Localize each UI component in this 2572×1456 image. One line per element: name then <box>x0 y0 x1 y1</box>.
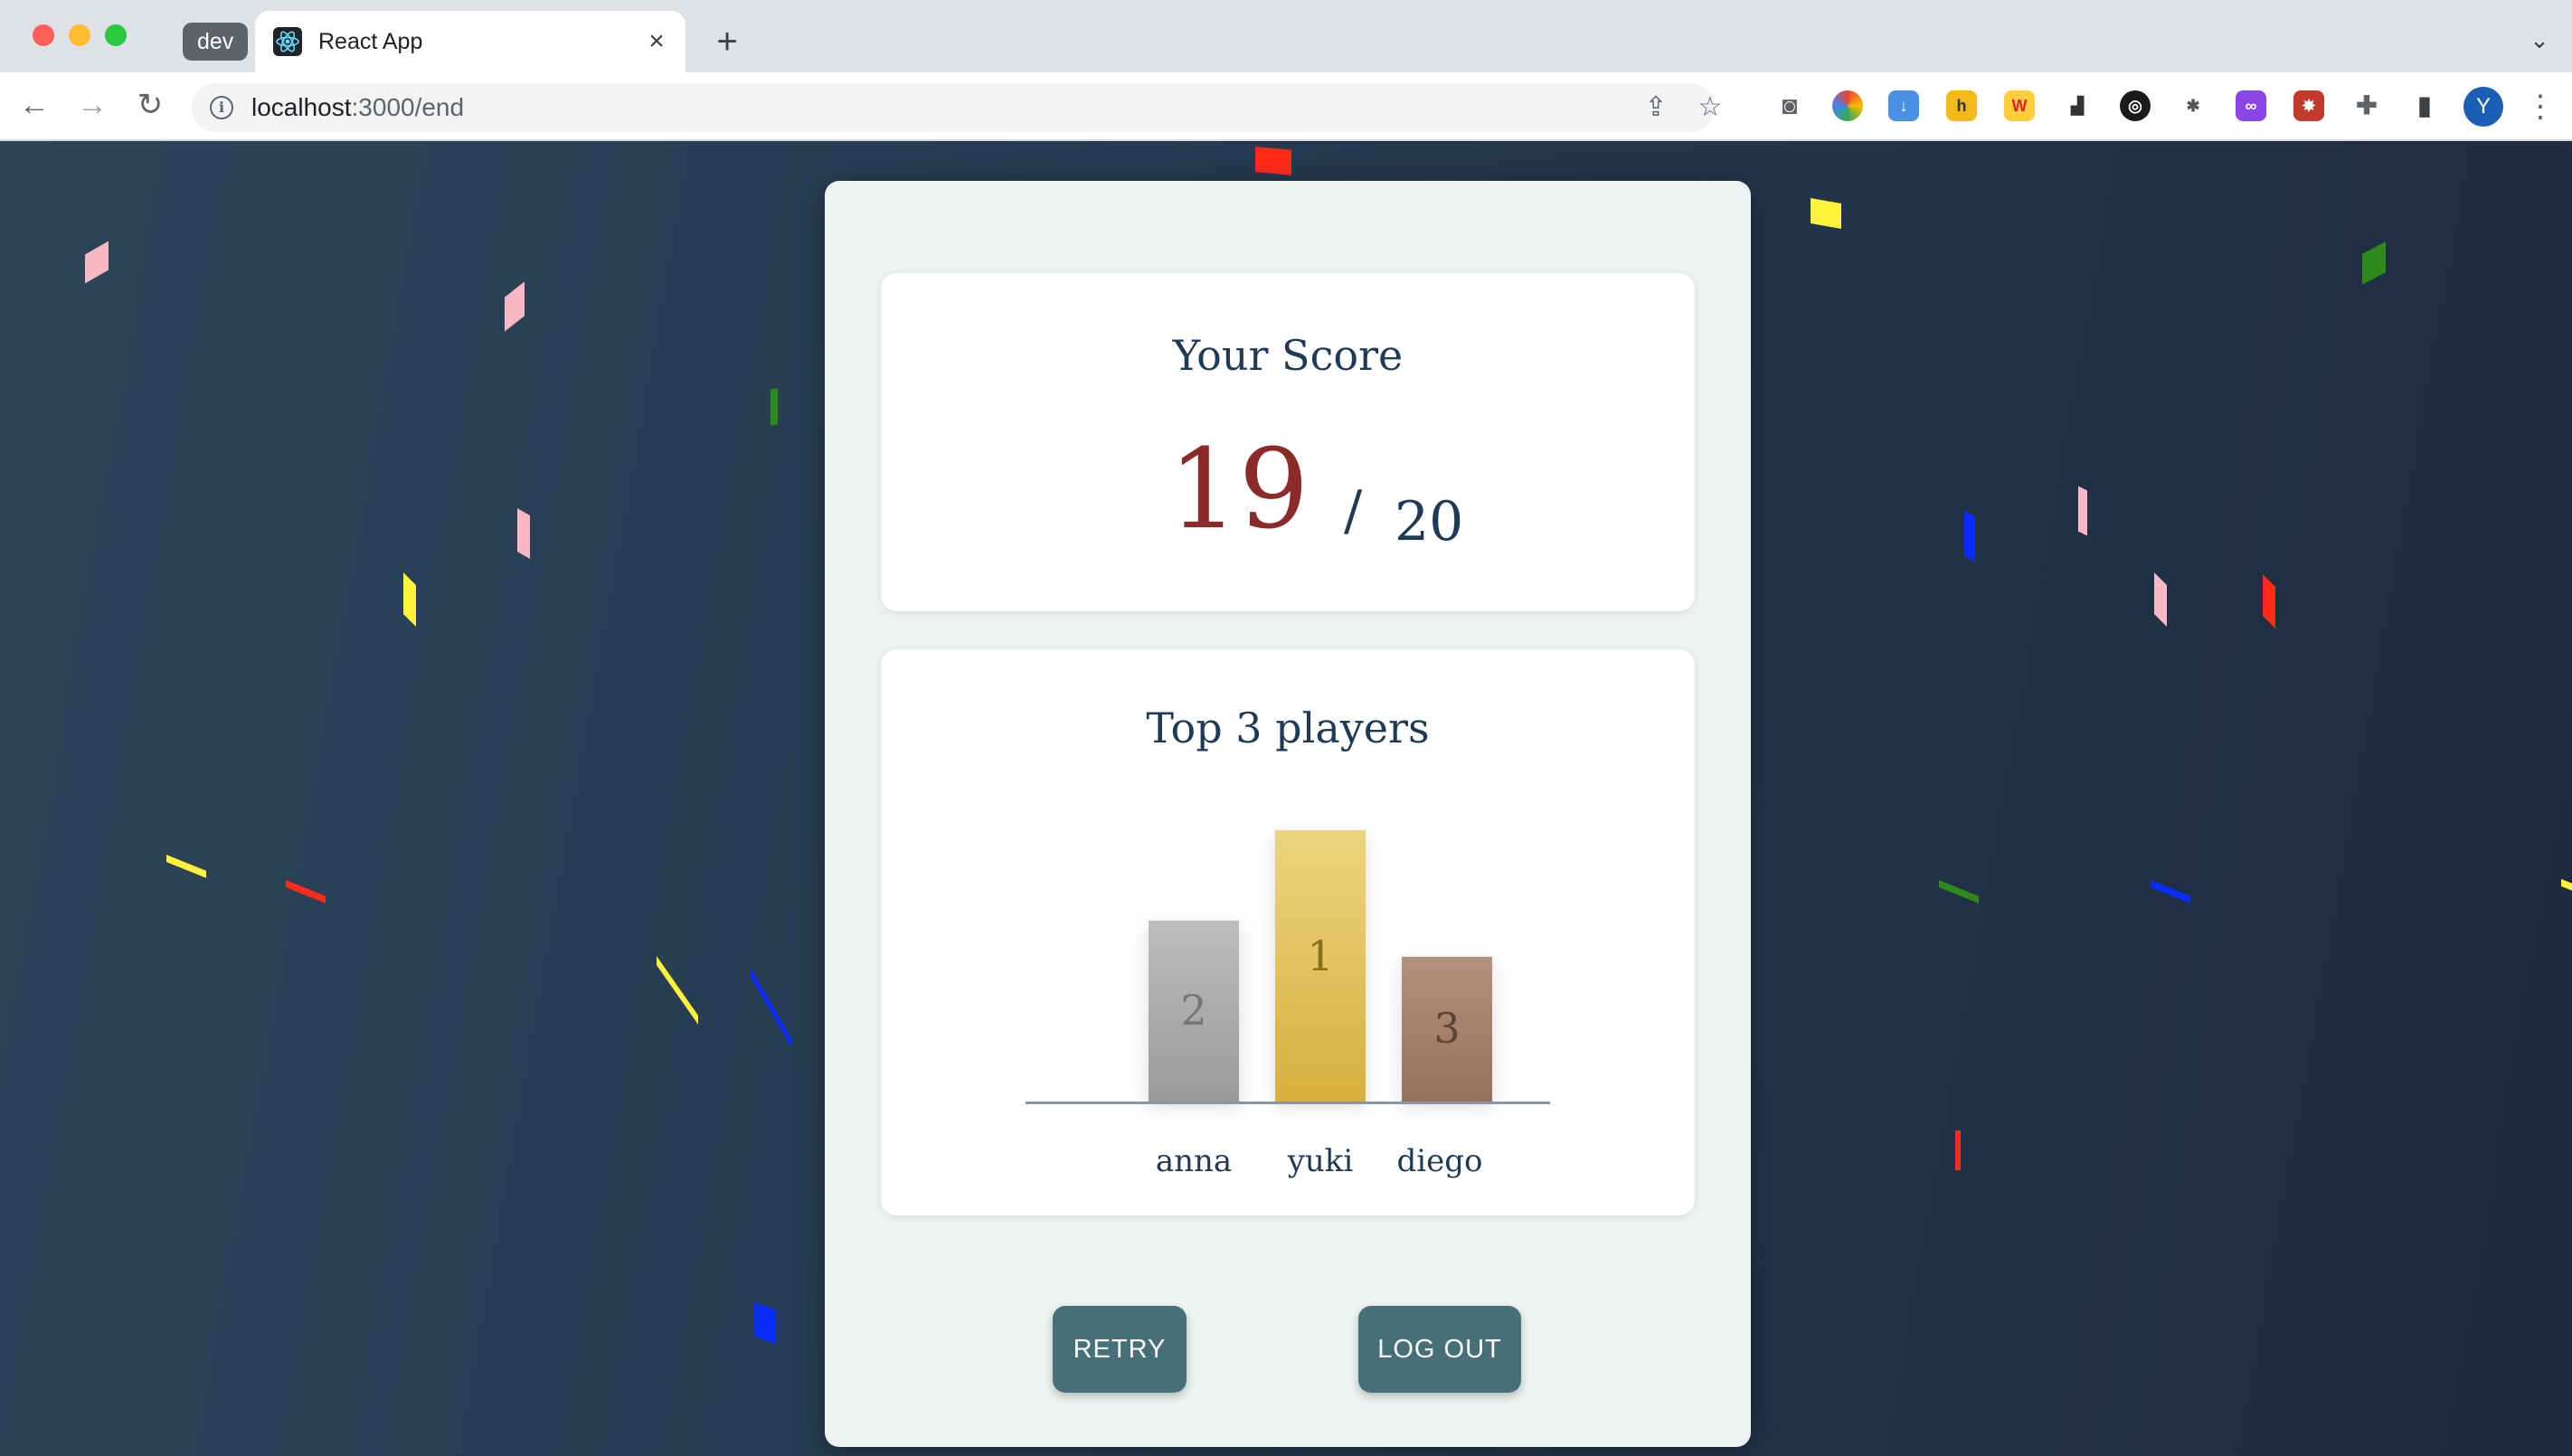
score-total: 20 <box>1395 490 1464 553</box>
podium-bar-second: 2 <box>1149 921 1239 1101</box>
confetti-piece <box>2078 486 2087 536</box>
confetti-piece <box>2362 241 2386 285</box>
browser-tab[interactable]: React App × <box>255 11 686 72</box>
share-icon[interactable]: ⇪ <box>1641 92 1671 123</box>
confetti-piece <box>403 572 416 627</box>
back-arrow-icon[interactable]: ← <box>13 83 56 127</box>
podium-bar-first: 1 <box>1275 830 1366 1101</box>
tab-search-chevron-icon[interactable]: ⌄ <box>2521 22 2558 58</box>
react-icon <box>273 27 302 56</box>
confetti-piece <box>1955 1130 1961 1171</box>
folder-extension-icon[interactable]: h <box>1946 90 1977 121</box>
url-path: :3000/end <box>351 93 465 121</box>
ruler-extension-icon[interactable]: ▟ <box>2062 90 2093 121</box>
confetti-piece <box>1939 880 1979 903</box>
tab-title: React App <box>318 29 423 54</box>
podium-card: Top 3 players 2 1 3 anna yuki diego <box>881 649 1695 1215</box>
confetti-piece <box>2151 880 2190 903</box>
close-window-button[interactable] <box>33 24 54 46</box>
rank-label: 3 <box>1433 1004 1461 1053</box>
confetti-piece <box>286 880 326 903</box>
player-name: anna <box>1155 1143 1233 1179</box>
url-text[interactable]: localhost:3000/end <box>251 83 464 132</box>
confetti-piece <box>2561 878 2572 894</box>
kebab-menu-icon[interactable]: ⋮ <box>2525 87 2556 127</box>
score-slash: / <box>1344 479 1363 543</box>
confetti-piece <box>517 507 530 560</box>
podium-bar-third: 3 <box>1402 957 1492 1101</box>
confetti-piece <box>2263 574 2275 629</box>
wf-extension-icon[interactable]: W <box>2004 90 2035 121</box>
confetti-piece <box>771 388 778 426</box>
link-extension-icon[interactable]: ∞ <box>2236 90 2266 121</box>
confetti-piece <box>657 956 698 1025</box>
ring-extension-icon[interactable]: ◎ <box>2120 90 2151 121</box>
maximize-window-button[interactable] <box>105 24 127 46</box>
player-name: diego <box>1396 1143 1483 1179</box>
confetti-piece <box>754 1301 776 1345</box>
bug-extension-icon[interactable]: ✱ <box>2178 90 2208 121</box>
confetti-piece <box>1811 198 1841 229</box>
close-tab-icon[interactable]: × <box>640 25 673 58</box>
color-picker-extension-icon[interactable] <box>1832 90 1863 121</box>
confetti-piece <box>1964 510 1975 563</box>
end-panel: Your Score 19 / 20 Top 3 players 2 1 3 a… <box>825 181 1751 1447</box>
profile-chip[interactable]: dev <box>183 23 249 61</box>
address-bar[interactable]: i localhost:3000/end ⇪ ☆ <box>192 83 1722 132</box>
page-background: Your Score 19 / 20 Top 3 players 2 1 3 a… <box>0 141 2572 1456</box>
download-extension-icon[interactable]: ↓ <box>1888 90 1919 121</box>
avatar[interactable]: Y <box>2463 87 2503 127</box>
confetti-piece <box>751 968 792 1049</box>
confetti-piece <box>1255 147 1291 175</box>
new-tab-button[interactable]: + <box>707 22 747 61</box>
forward-arrow-icon[interactable]: → <box>71 83 114 127</box>
score-value: 19 <box>1168 425 1310 553</box>
rank-label: 2 <box>1180 986 1207 1035</box>
camera-icon[interactable]: ◙ <box>1774 90 1805 121</box>
star-icon[interactable]: ☆ <box>1695 92 1726 123</box>
confetti-piece <box>85 241 109 284</box>
confetti-piece <box>505 281 525 332</box>
podium-title: Top 3 players <box>1146 704 1430 752</box>
retry-button[interactable]: RETRY <box>1053 1306 1187 1393</box>
score-card: Your Score 19 / 20 <box>881 273 1695 611</box>
podium-baseline <box>1026 1101 1550 1104</box>
tab-strip: dev React App × + ⌄ <box>0 0 2572 72</box>
game-extension-icon[interactable]: ✸ <box>2293 90 2324 121</box>
url-host: localhost <box>251 93 352 121</box>
extensions-icon[interactable]: ✚ <box>2351 90 2382 121</box>
rank-label: 1 <box>1307 931 1334 980</box>
logout-button[interactable]: LOG OUT <box>1358 1306 1521 1393</box>
confetti-piece <box>166 855 206 878</box>
info-icon[interactable]: i <box>210 96 233 119</box>
score-title: Your Score <box>1172 331 1404 380</box>
confetti-piece <box>2154 572 2167 627</box>
sidebar-icon[interactable]: ▮ <box>2409 90 2440 121</box>
minimize-window-button[interactable] <box>69 24 90 46</box>
reload-icon[interactable]: ↻ <box>128 83 172 127</box>
